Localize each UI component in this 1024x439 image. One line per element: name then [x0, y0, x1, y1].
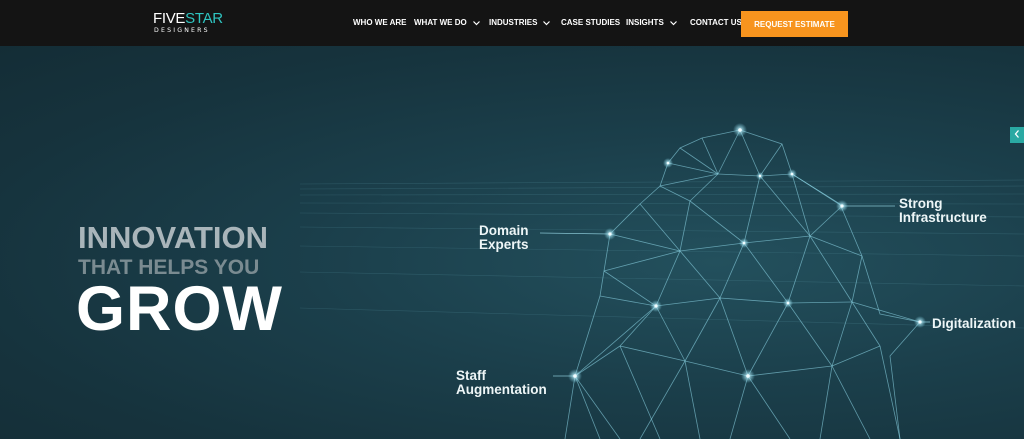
hero-headline-innovation: INNOVATION: [78, 220, 269, 255]
chevron-down-icon: [472, 19, 481, 27]
callout-digitalization: Digitalization: [932, 317, 1016, 331]
chevron-left-icon: [1013, 126, 1021, 144]
callout-line: Staff: [456, 368, 486, 383]
callout-line: Domain: [479, 223, 529, 238]
callout-line: Strong: [899, 196, 943, 211]
chevron-down-icon: [669, 19, 678, 27]
callout-line: Experts: [479, 237, 529, 252]
callout-line: Augmentation: [456, 382, 547, 397]
site-header: FIVESTAR DESIGNERS WHO WE ARE WHAT WE DO…: [0, 0, 1024, 46]
callout-line: Infrastructure: [899, 210, 987, 225]
callout-domain-experts: Domain Experts: [479, 224, 529, 252]
callout-line: Digitalization: [932, 316, 1016, 331]
nav-what-we-do[interactable]: WHAT WE DO: [414, 18, 481, 28]
side-panel-toggle[interactable]: [1010, 127, 1024, 143]
request-estimate-button[interactable]: REQUEST ESTIMATE: [741, 11, 848, 37]
nav-case-studies[interactable]: CASE STUDIES: [561, 18, 620, 28]
hero-banner: INNOVATION THAT HELPS YOU GROW Domain Ex…: [0, 46, 1024, 439]
nav-industries[interactable]: INDUSTRIES: [489, 18, 551, 28]
nav-contact-us[interactable]: CONTACT US: [690, 18, 742, 28]
nav-who-we-are[interactable]: WHO WE ARE: [353, 18, 406, 28]
main-nav: WHO WE ARE WHAT WE DO INDUSTRIES CASE ST…: [0, 0, 1024, 46]
callout-staff-augmentation: Staff Augmentation: [456, 369, 547, 397]
callout-strong-infrastructure: Strong Infrastructure: [899, 197, 987, 225]
hero-headline-grow: GROW: [76, 274, 283, 344]
nav-insights[interactable]: INSIGHTS: [626, 18, 678, 28]
chevron-down-icon: [542, 19, 551, 27]
